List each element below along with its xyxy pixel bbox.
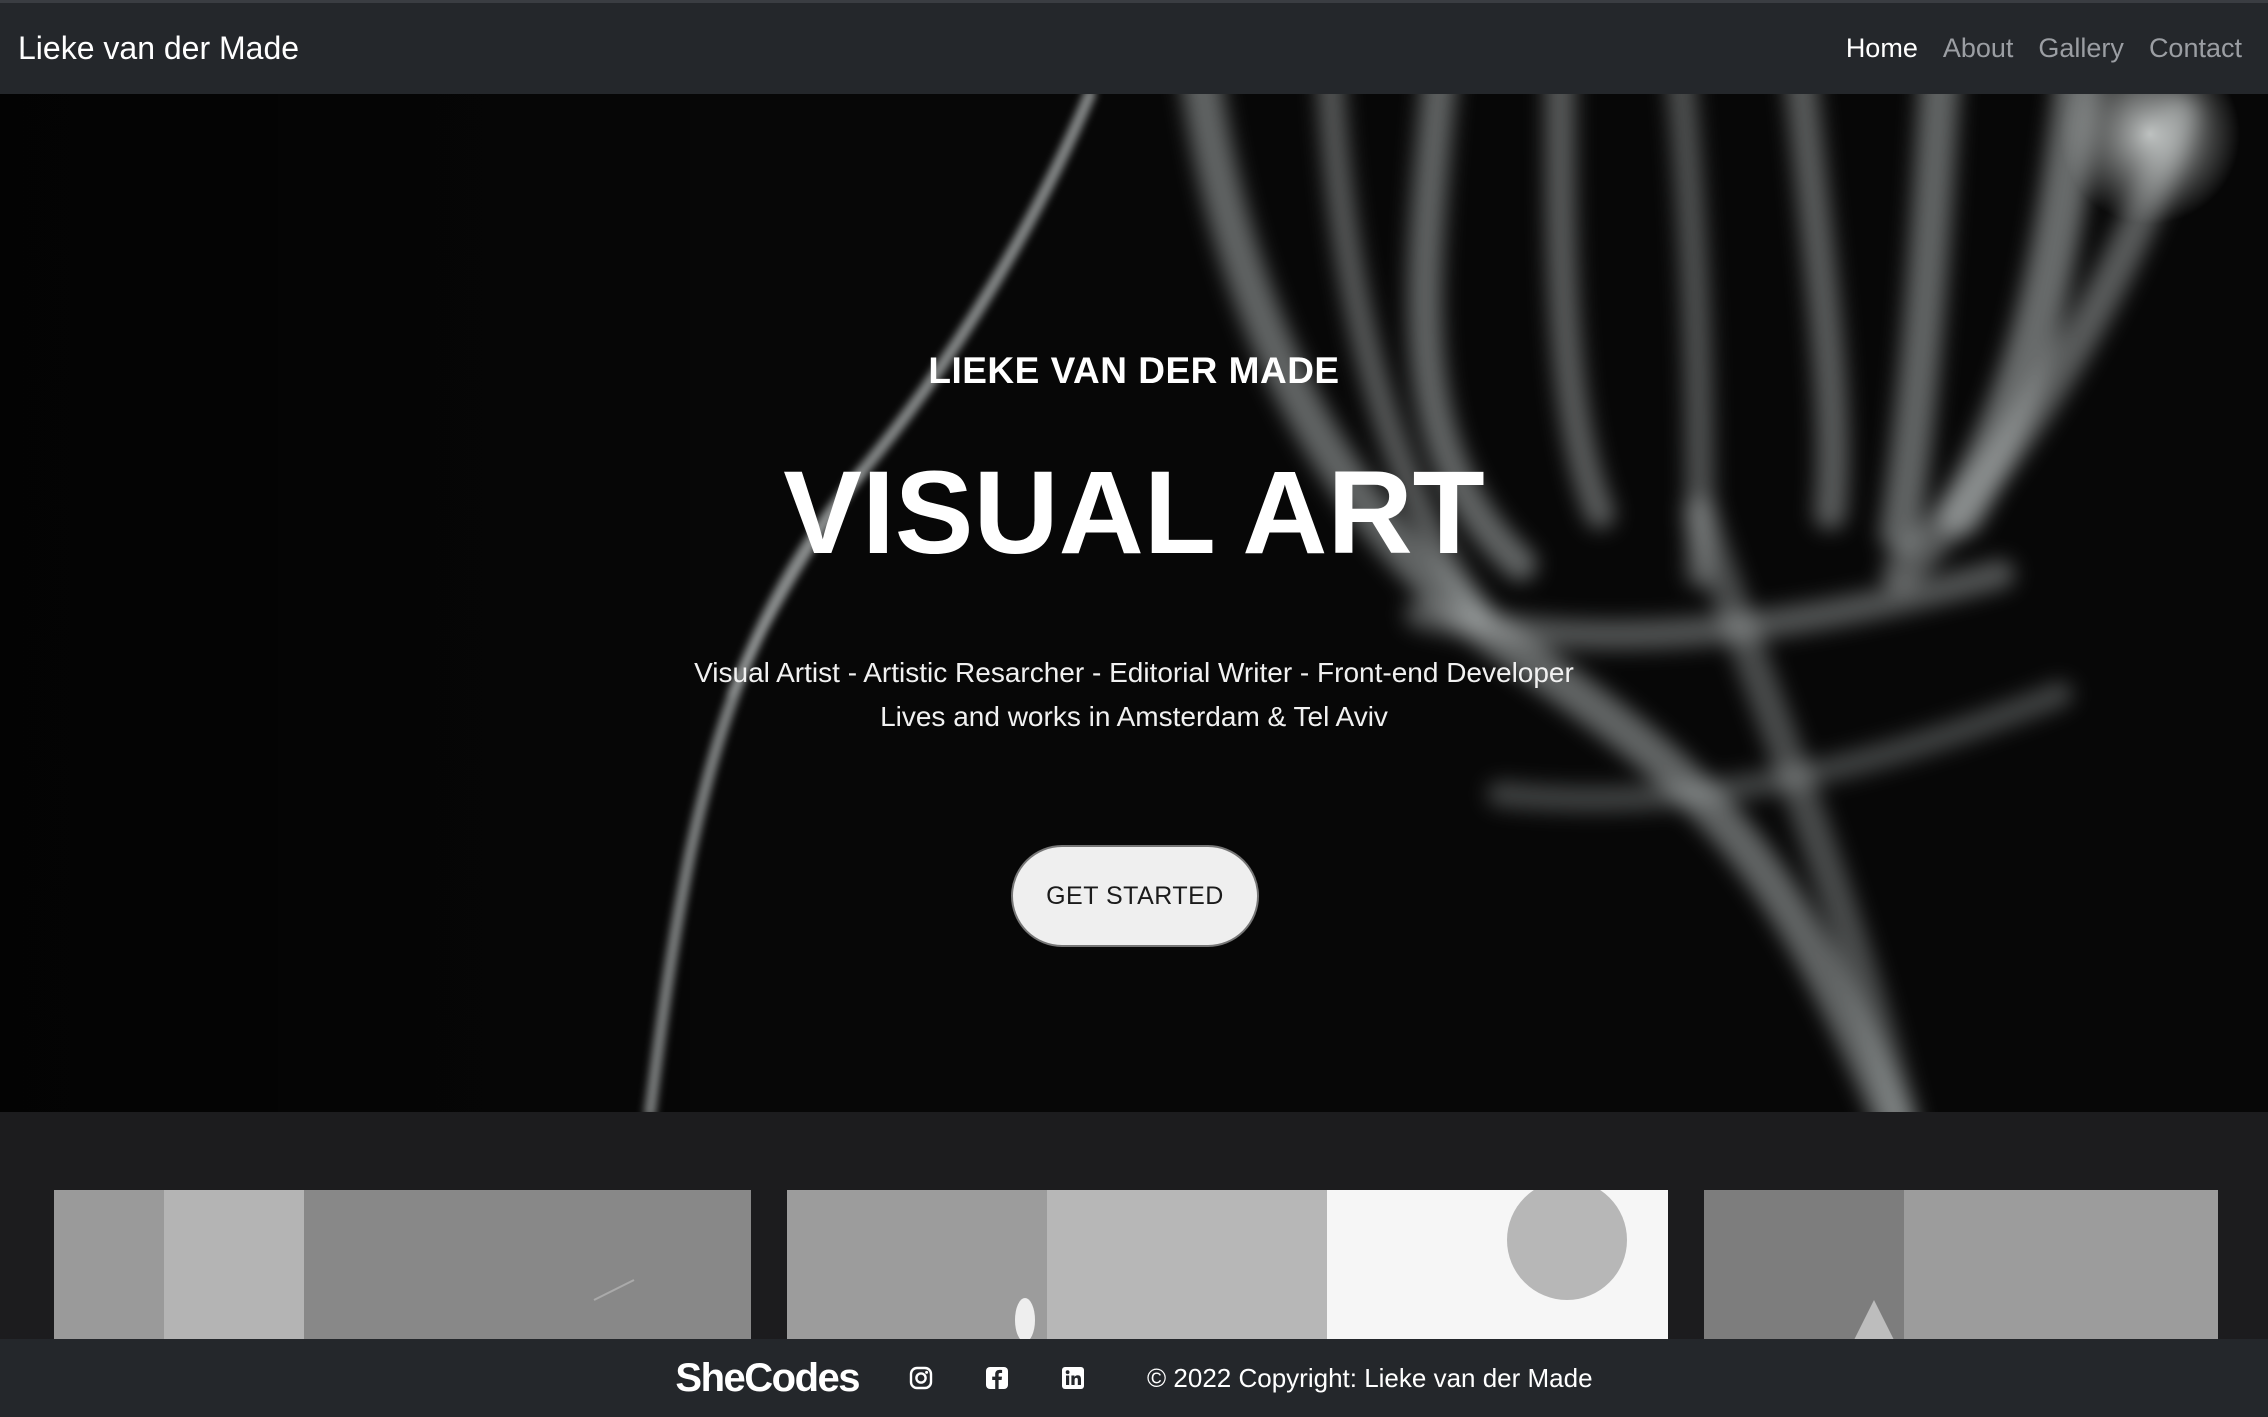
hero-kicker: LIEKE VAN DER MADE: [928, 350, 1340, 391]
hero-title: VISUAL ART: [783, 447, 1485, 579]
copyright-text: © 2022 Copyright: Lieke van der Made: [1147, 1362, 1593, 1393]
nav-gallery[interactable]: Gallery: [2038, 33, 2124, 64]
linkedin-icon[interactable]: [1060, 1365, 1086, 1391]
nav-about[interactable]: About: [1943, 33, 2014, 64]
facebook-icon[interactable]: [984, 1365, 1010, 1391]
navbar: Lieke van der Made Home About Gallery Co…: [0, 3, 2268, 94]
hero-subtitle-line1: Visual Artist - Artistic Resarcher - Edi…: [694, 657, 1574, 688]
hero-subtitle: Visual Artist - Artistic Resarcher - Edi…: [0, 651, 2268, 739]
nav-contact[interactable]: Contact: [2149, 33, 2242, 64]
nav-links: Home About Gallery Contact: [1821, 33, 2242, 64]
get-started-button[interactable]: GET STARTED: [1011, 845, 1259, 947]
gallery-image-1[interactable]: [54, 1190, 751, 1340]
nav-home[interactable]: Home: [1846, 33, 1918, 64]
hero-section: LIEKE VAN DER MADE VISUAL ART Visual Art…: [0, 94, 2268, 1112]
gallery-preview: [0, 1112, 2268, 1340]
shecodes-logo[interactable]: SheCodes: [675, 1356, 860, 1401]
hero-content: LIEKE VAN DER MADE VISUAL ART Visual Art…: [0, 94, 2268, 1112]
gallery-image-2[interactable]: [787, 1190, 1668, 1340]
footer: SheCodes © 2022 Copyright: Lieke van der…: [0, 1339, 2268, 1417]
gallery-image-3[interactable]: [1704, 1190, 2218, 1340]
hero-subtitle-line2: Lives and works in Amsterdam & Tel Aviv: [880, 701, 1388, 732]
instagram-icon[interactable]: [908, 1365, 934, 1391]
brand-link[interactable]: Lieke van der Made: [18, 30, 299, 67]
